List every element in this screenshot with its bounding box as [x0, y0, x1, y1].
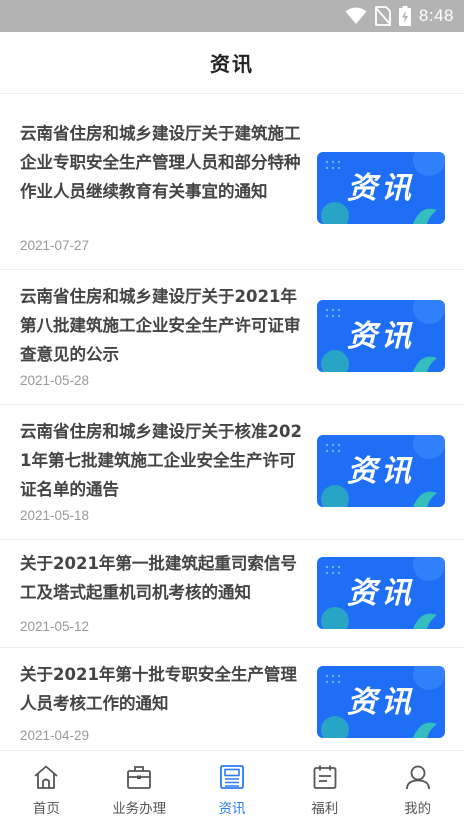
tab-label-mine: 我的 [404, 801, 432, 817]
no-sim-icon [375, 6, 391, 26]
news-banner-image: 资讯 [317, 435, 445, 507]
status-bar: 8:48 [0, 0, 464, 32]
news-title: 云南省住房和城乡建设厅关于2021年第八批建筑施工企业安全生产许可证审查意见的公… [20, 287, 301, 364]
news-banner-image: 资讯 [317, 557, 445, 629]
news-thumbnail: 资讯 [317, 666, 445, 738]
briefcase-icon [127, 766, 152, 789]
tab-label-business: 业务办理 [112, 801, 167, 817]
news-item[interactable]: 云南省住房和城乡建设厅关于核准2021年第七批建筑施工企业安全生产许可证名单的通… [0, 405, 464, 540]
news-banner-image: 资讯 [317, 300, 445, 372]
tab-mine[interactable]: 我的 [371, 751, 464, 824]
bottom-tab-bar: 首页 业务办理 资讯 福利 我的 [0, 750, 464, 824]
news-thumbnail: 资讯 [317, 435, 445, 507]
tab-label-home: 首页 [32, 801, 60, 817]
tab-home[interactable]: 首页 [0, 751, 93, 824]
calendar-icon [313, 765, 337, 789]
home-icon [34, 765, 58, 789]
news-title: 云南省住房和城乡建设厅关于核准2021年第七批建筑施工企业安全生产许可证名单的通… [20, 422, 302, 499]
news-thumbnail: 资讯 [317, 300, 445, 372]
battery-charging-icon [398, 6, 411, 26]
news-thumbnail: 资讯 [317, 557, 445, 629]
news-thumbnail: 资讯 [317, 152, 445, 224]
news-banner-label: 资讯 [347, 454, 415, 489]
status-time: 8:48 [418, 6, 454, 25]
status-icons: 8:48 [345, 4, 454, 28]
wifi-icon [345, 7, 367, 24]
news-banner-image: 资讯 [317, 666, 445, 738]
tab-label-welfare: 福利 [311, 801, 339, 817]
news-item[interactable]: 云南省住房和城乡建设厅关于2021年第八批建筑施工企业安全生产许可证审查意见的公… [0, 270, 464, 405]
news-title: 云南省住房和城乡建设厅关于建筑施工企业专职安全生产管理人员和部分特种作业人员继续… [20, 124, 301, 201]
tab-label-news: 资讯 [218, 801, 246, 817]
news-date: 2021-07-27 [20, 238, 90, 253]
news-banner-label: 资讯 [347, 171, 415, 206]
news-banner-image: 资讯 [317, 152, 445, 224]
news-list[interactable]: 云南省住房和城乡建设厅关于建筑施工企业专职安全生产管理人员和部分特种作业人员继续… [0, 94, 464, 750]
tab-business[interactable]: 业务办理 [93, 751, 186, 824]
news-item[interactable]: 云南省住房和城乡建设厅关于建筑施工企业专职安全生产管理人员和部分特种作业人员继续… [0, 94, 464, 270]
tab-news[interactable]: 资讯 [186, 751, 279, 824]
news-date: 2021-05-12 [20, 619, 90, 634]
tab-welfare[interactable]: 福利 [278, 751, 371, 824]
news-title: 关于2021年第一批建筑起重司索信号工及塔式起重机司机考核的通知 [20, 554, 297, 602]
news-title: 关于2021年第十批专职安全生产管理人员考核工作的通知 [20, 665, 297, 713]
news-banner-label: 资讯 [347, 576, 415, 611]
news-item[interactable]: 关于2021年第一批建筑起重司索信号工及塔式起重机司机考核的通知 2021-05… [0, 540, 464, 648]
news-banner-label: 资讯 [347, 685, 415, 720]
app-header: 资讯 [0, 32, 464, 94]
news-date: 2021-05-18 [20, 508, 90, 523]
news-date: 2021-05-28 [20, 373, 90, 388]
news-icon [220, 765, 244, 789]
user-icon [405, 765, 430, 790]
news-date: 2021-04-29 [20, 728, 90, 743]
news-item[interactable]: 关于2021年第十批专职安全生产管理人员考核工作的通知 2021-04-29 资… [0, 648, 464, 750]
page-title: 资讯 [210, 52, 254, 76]
news-banner-label: 资讯 [347, 319, 415, 354]
